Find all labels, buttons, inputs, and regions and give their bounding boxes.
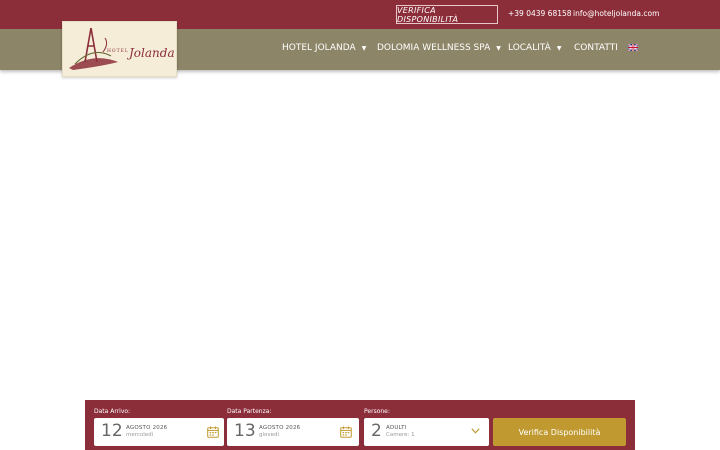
logo-hotel-text: HOTEL bbox=[107, 49, 129, 54]
uk-flag-icon[interactable] bbox=[628, 44, 638, 51]
chevron-down-icon bbox=[471, 428, 480, 434]
chevron-down-icon: ▼ bbox=[361, 44, 367, 52]
nav-hotel-jolanda-label: HOTEL JOLANDA bbox=[282, 43, 356, 53]
nav-hotel-jolanda[interactable]: HOTEL JOLANDA ▼ bbox=[282, 43, 366, 53]
guests-selector[interactable]: 2 ADULTI Camere: 1 bbox=[364, 418, 489, 446]
guests-unit: ADULTI bbox=[386, 425, 407, 431]
hotel-logo[interactable]: HOTEL Jolanda bbox=[62, 21, 177, 77]
nav-contatti[interactable]: CONTATTI bbox=[574, 43, 618, 53]
nav-localita[interactable]: LOCALITÀ ▼ bbox=[508, 43, 561, 53]
check-availability-button[interactable]: Verifica Disponibilità bbox=[493, 418, 626, 446]
guests-count: 2 bbox=[371, 421, 382, 441]
departure-month: AGOSTO 2026 bbox=[259, 425, 301, 431]
arrival-day: 12 bbox=[101, 421, 123, 441]
rooms-count: Camere: 1 bbox=[386, 432, 415, 438]
chevron-down-icon: ▼ bbox=[556, 44, 562, 52]
calendar-icon bbox=[207, 426, 219, 438]
phone-link[interactable]: +39 0439 68158 bbox=[508, 9, 572, 18]
chevron-down-icon: ▼ bbox=[496, 44, 501, 52]
nav-dolomia-wellness-spa[interactable]: DOLOMIA WELLNESS SPA ▼ bbox=[377, 43, 501, 53]
guests-label: Persone: bbox=[364, 408, 390, 415]
arrival-month: AGOSTO 2026 bbox=[126, 425, 168, 431]
departure-date-label: Data Partenza: bbox=[227, 408, 272, 415]
calendar-icon bbox=[340, 426, 352, 438]
email-link[interactable]: info@hoteljolanda.com bbox=[573, 9, 659, 18]
arrival-weekday: mercoledì bbox=[126, 432, 154, 438]
departure-weekday: giovedì bbox=[259, 432, 280, 438]
nav-dolomia-wellness-spa-label: DOLOMIA WELLNESS SPA bbox=[377, 43, 491, 53]
arrival-date-picker[interactable]: 12 AGOSTO 2026 mercoledì bbox=[94, 418, 224, 446]
departure-date-picker[interactable]: 13 AGOSTO 2026 giovedì bbox=[227, 418, 359, 446]
arrival-date-label: Data Arrivo: bbox=[94, 408, 131, 415]
nav-localita-label: LOCALITÀ bbox=[508, 43, 551, 53]
top-check-availability-button[interactable]: VERIFICA DISPONIBILITÀ bbox=[396, 5, 498, 24]
logo-name-text: Jolanda bbox=[129, 46, 175, 60]
departure-day: 13 bbox=[234, 421, 256, 441]
nav-contatti-label: CONTATTI bbox=[574, 43, 618, 53]
